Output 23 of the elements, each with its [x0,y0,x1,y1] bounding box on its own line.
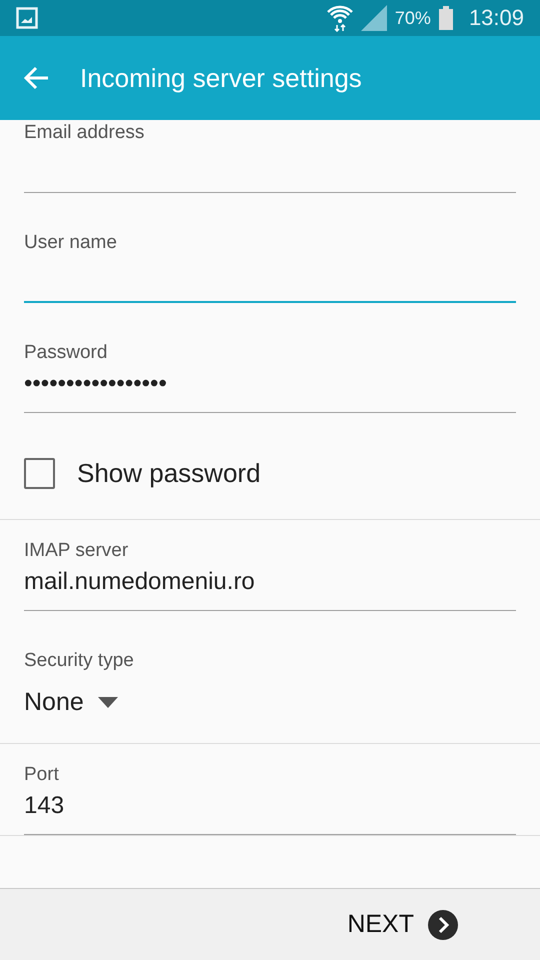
checkbox-label: Show password [77,458,261,489]
field-label: Password [24,341,108,365]
dropdown[interactable]: None [24,674,118,743]
clock: 13:09 [468,5,524,31]
image-icon [16,7,38,29]
caret-icon [98,697,118,708]
chevron-icon [428,910,458,940]
battery-icon [438,6,453,30]
field-label: User name [24,231,118,255]
field-label: IMAP server [24,539,130,563]
input-field[interactable]: mail.numedomeniu.ro [24,564,516,611]
next-button[interactable]: NEXT [341,904,464,946]
back-button[interactable] [24,66,50,90]
battery-percentage: 70% [394,8,431,28]
signal-icon [360,5,387,31]
field-label: Security type [24,649,135,673]
field-label: Email address [24,121,146,145]
checkbox[interactable] [24,458,55,489]
screen-title: Incoming server settings [80,62,362,94]
input-field[interactable]: 143 [24,788,516,835]
input-field[interactable]: ••••••••••••••••• [24,366,516,413]
field-label: Port [24,763,60,787]
wifi-icon [326,4,353,32]
